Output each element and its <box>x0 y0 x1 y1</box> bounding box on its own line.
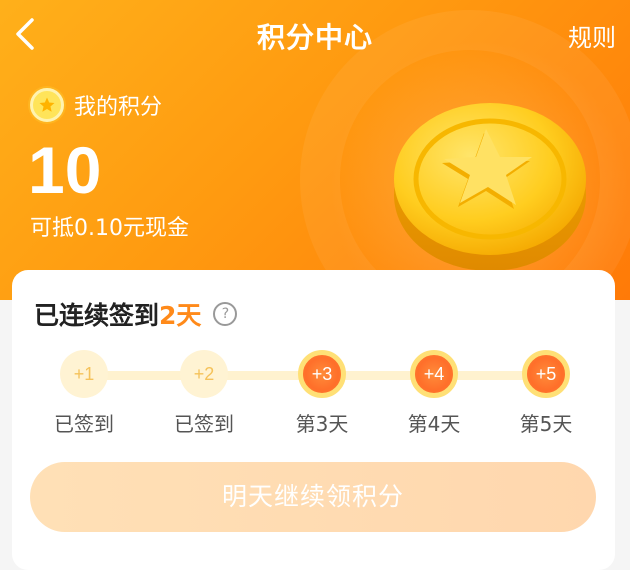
day-reward-badge: +1 <box>60 350 108 398</box>
rules-link[interactable]: 规则 <box>568 18 616 53</box>
day-label: 第3天 <box>295 412 349 436</box>
points-value: 10 <box>28 133 102 207</box>
day-reward-badge: +2 <box>180 350 228 398</box>
day-reward-badge: +4 <box>410 350 458 398</box>
points-cash-equivalent: 可抵0.10元现金 <box>30 216 189 241</box>
streak-days: 2天 <box>159 301 202 330</box>
checkin-day-3[interactable]: +3 第3天 <box>262 350 382 437</box>
header-banner: 积分中心 规则 我的积分 10 可抵0.10元现金 <box>0 0 630 300</box>
checkin-day-1[interactable]: +1 已签到 <box>24 350 144 437</box>
page-title: 积分中心 <box>256 21 373 54</box>
my-points-label-row: 我的积分 <box>30 88 162 122</box>
help-question-icon[interactable]: ? <box>213 302 238 326</box>
day-label: 已签到 <box>54 412 114 436</box>
day-reward-badge: +5 <box>522 350 570 398</box>
checkin-day-5[interactable]: +5 第5天 <box>486 350 606 437</box>
day-label: 已签到 <box>174 412 234 436</box>
continue-tomorrow-button[interactable]: 明天继续领积分 <box>30 462 596 532</box>
day-label: 第4天 <box>407 412 461 436</box>
star-badge-icon <box>30 88 64 122</box>
checkin-card: 已连续签到 2天 ? +1 已签到 +2 已签到 +3 第3天 +4 第4天 +… <box>12 270 615 570</box>
day-reward-badge: +3 <box>298 350 346 398</box>
my-points-label: 我的积分 <box>74 95 163 120</box>
streak-prefix: 已连续签到 <box>34 301 160 330</box>
checkin-day-4[interactable]: +4 第4天 <box>374 350 494 437</box>
checkin-day-2[interactable]: +2 已签到 <box>144 350 264 437</box>
gold-coin-star-icon <box>394 103 586 271</box>
streak-row: 已连续签到 2天 ? <box>34 296 238 332</box>
day-label: 第5天 <box>519 412 573 436</box>
